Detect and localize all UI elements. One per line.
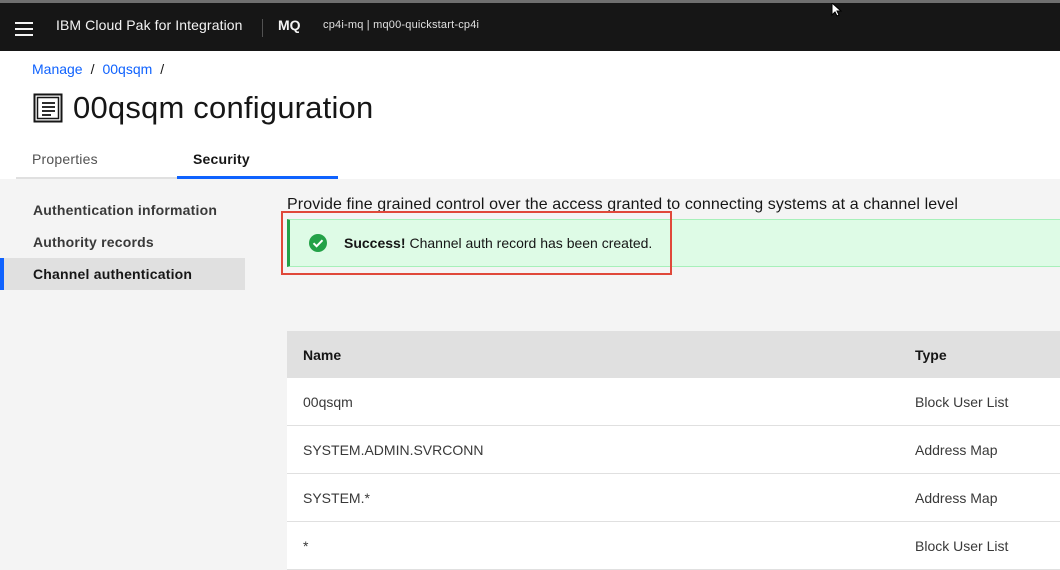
cell-name: SYSTEM.ADMIN.SVRCONN	[303, 441, 484, 458]
table-header: Name Type	[287, 331, 1060, 378]
header-divider	[262, 19, 263, 37]
notification-title: Success!	[344, 235, 406, 251]
brand-name[interactable]: IBM Cloud Pak for Integration	[56, 17, 243, 33]
instance-name: cp4i-mq | mq00-quickstart-cp4i	[323, 19, 480, 31]
tab-properties[interactable]: Properties	[16, 141, 177, 179]
breadcrumb: Manage / 00qsqm /	[32, 61, 164, 77]
breadcrumb-manage[interactable]: Manage	[32, 61, 83, 77]
table-row[interactable]: SYSTEM.ADMIN.SVRCONN Address Map	[287, 426, 1060, 474]
column-header-name[interactable]: Name	[287, 347, 899, 363]
cell-type: Block User List	[915, 537, 1009, 554]
cell-name: SYSTEM.*	[303, 489, 370, 506]
sidebar-item-channel-authentication[interactable]: Channel authentication	[0, 258, 245, 290]
page-title: 00qsqm configuration	[73, 90, 374, 125]
sidebar-item-authority-records[interactable]: Authority records	[0, 226, 245, 258]
breadcrumb-separator: /	[90, 61, 95, 77]
section-description: Provide fine grained control over the ac…	[287, 196, 959, 213]
notification-message: Channel auth record has been created.	[409, 235, 653, 251]
tab-bar: Properties Security	[16, 141, 338, 179]
product-name: MQ	[278, 17, 301, 33]
cell-name: *	[303, 537, 309, 554]
top-header: IBM Cloud Pak for Integration MQ cp4i-mq…	[0, 0, 1060, 51]
mouse-pointer-icon	[831, 3, 843, 17]
table-row[interactable]: * Block User List	[287, 522, 1060, 570]
sidebar-item-authentication-information[interactable]: Authentication information	[0, 194, 245, 226]
page-title-row: 00qsqm configuration	[33, 90, 373, 126]
tab-security[interactable]: Security	[177, 141, 338, 179]
success-notification: Success! Channel auth record has been cr…	[287, 219, 1060, 267]
table-row[interactable]: 00qsqm Block User List	[287, 378, 1060, 426]
cell-type: Block User List	[915, 393, 1009, 410]
cell-type: Address Map	[915, 441, 998, 458]
breadcrumb-queue-manager[interactable]: 00qsqm	[102, 61, 152, 77]
cell-name: 00qsqm	[303, 393, 353, 410]
document-list-icon	[33, 93, 63, 123]
breadcrumb-separator: /	[160, 61, 165, 77]
channel-auth-table: Name Type 00qsqm Block User List SYSTEM.…	[287, 331, 1060, 570]
security-side-nav: Authentication information Authority rec…	[0, 194, 245, 290]
column-header-type[interactable]: Type	[899, 347, 1060, 363]
cell-type: Address Map	[915, 489, 998, 506]
menu-icon[interactable]	[15, 22, 33, 36]
table-row[interactable]: SYSTEM.* Address Map	[287, 474, 1060, 522]
checkmark-filled-icon	[309, 234, 327, 252]
